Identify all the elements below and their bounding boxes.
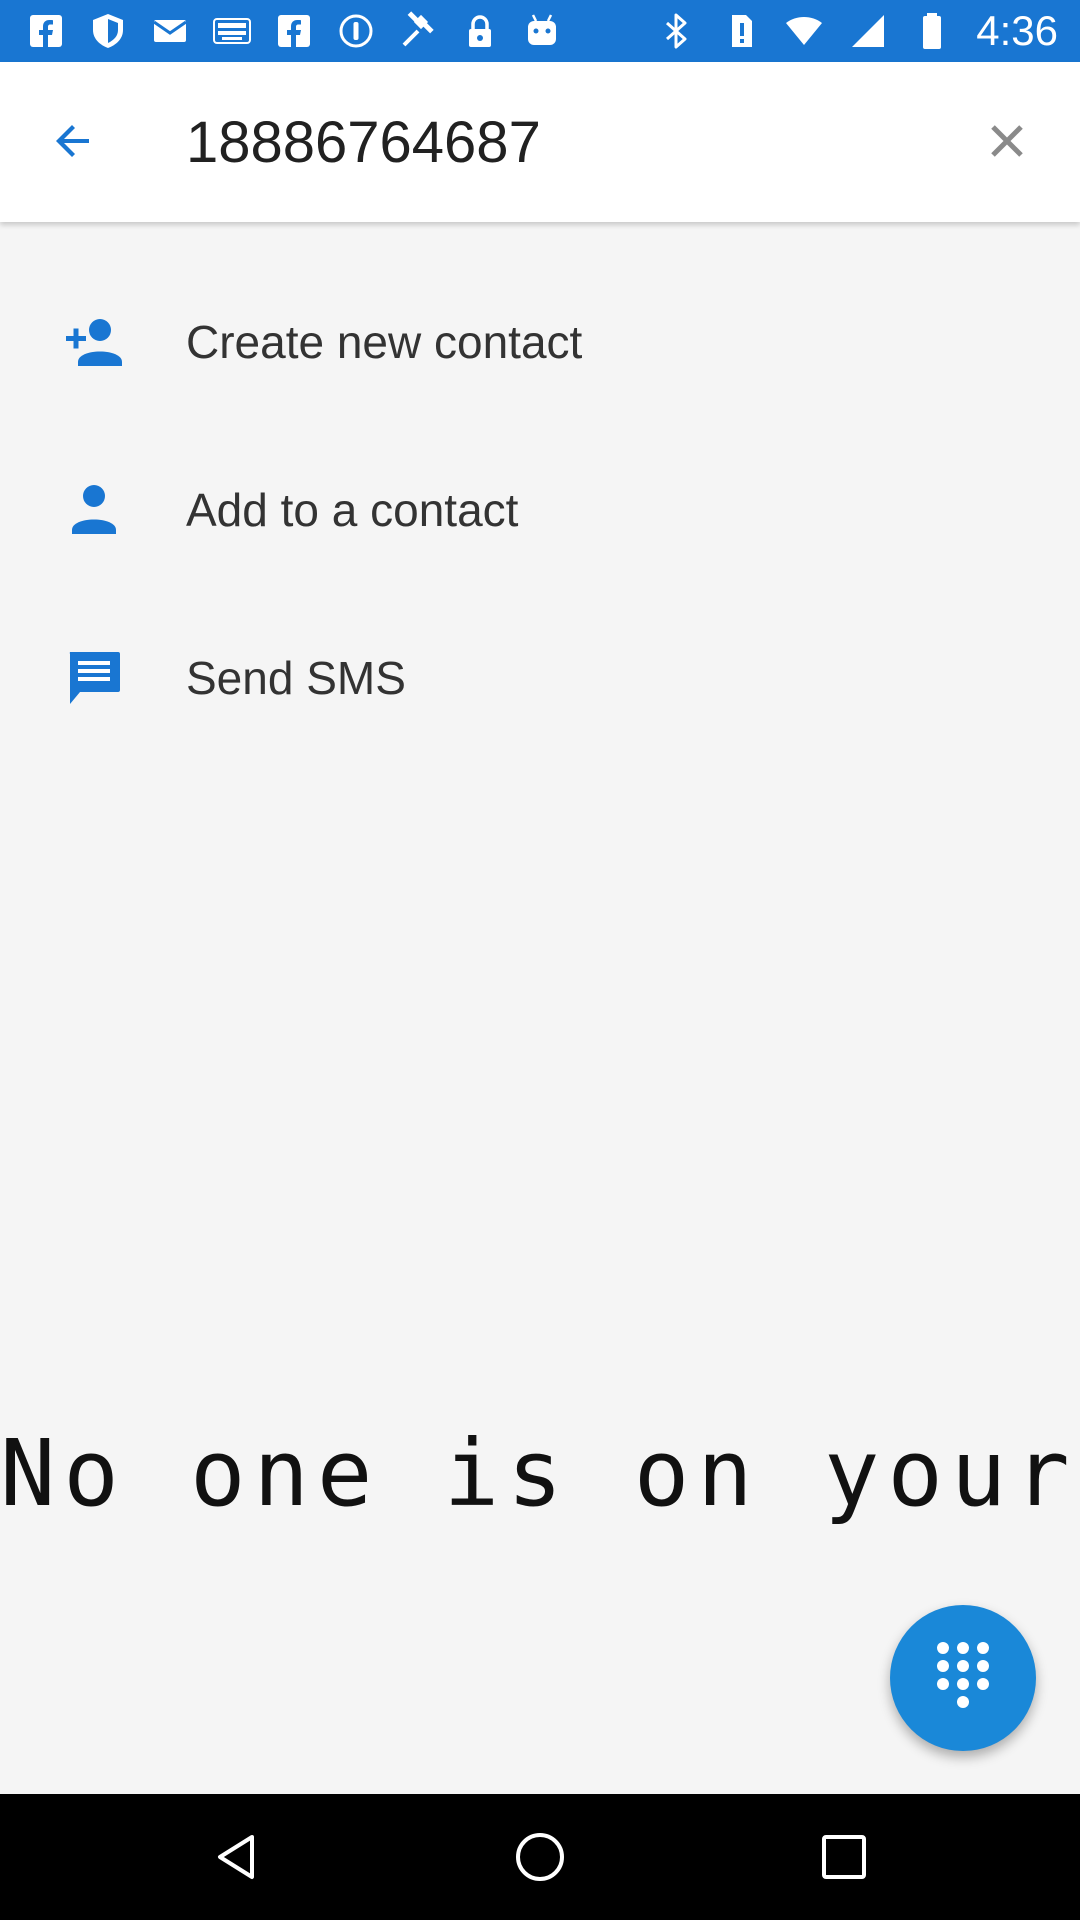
nav-home-button[interactable]	[510, 1827, 570, 1887]
status-bar: 4:36	[0, 0, 1080, 62]
number-search-bar	[0, 62, 1080, 222]
overlay-caption: No one is on your spe	[0, 1420, 1080, 1527]
dialpad-button[interactable]	[890, 1605, 1036, 1751]
add-to-contact-item[interactable]: Add to a contact	[0, 426, 1080, 594]
navigation-bar	[0, 1794, 1080, 1920]
espn-dallas-icon	[212, 11, 252, 51]
lock-icon	[460, 11, 500, 51]
mail-icon	[150, 11, 190, 51]
android-icon	[522, 11, 562, 51]
dialpad-icon	[937, 1642, 989, 1708]
battery-icon	[912, 11, 952, 51]
person-icon	[60, 476, 128, 544]
nav-home-icon	[516, 1833, 564, 1881]
facebook-icon	[274, 11, 314, 51]
system-icons: 4:36	[656, 0, 1058, 62]
arrow-back-icon	[56, 125, 89, 157]
add-to-contact-label: Add to a contact	[186, 484, 519, 536]
message-icon	[60, 644, 128, 712]
person-add-icon	[60, 308, 128, 376]
facebook-icon	[26, 11, 66, 51]
nav-back-icon	[218, 1835, 254, 1879]
create-new-contact-item[interactable]: Create new contact	[0, 258, 1080, 426]
clear-button[interactable]	[974, 108, 1040, 174]
number-actions-list: Create new contact Add to a contact Send…	[0, 258, 1080, 762]
nav-back-button[interactable]	[206, 1827, 266, 1887]
no-sim-icon	[720, 11, 760, 51]
shield-icon	[88, 11, 128, 51]
send-sms-label: Send SMS	[186, 652, 406, 704]
nav-recents-button[interactable]	[814, 1827, 874, 1887]
phone-number-input[interactable]	[186, 102, 926, 182]
wifi-icon	[784, 11, 824, 51]
bluetooth-icon	[656, 11, 696, 51]
info-circle-icon	[336, 11, 376, 51]
signal-icon	[848, 11, 888, 51]
nav-recents-icon	[822, 1835, 866, 1879]
status-clock: 4:36	[976, 7, 1058, 54]
send-sms-item[interactable]: Send SMS	[0, 594, 1080, 762]
fake-gps-icon	[398, 11, 438, 51]
create-new-contact-label: Create new contact	[186, 316, 583, 368]
close-icon	[991, 125, 1023, 157]
notification-icons	[26, 0, 562, 62]
back-button[interactable]	[40, 108, 106, 174]
